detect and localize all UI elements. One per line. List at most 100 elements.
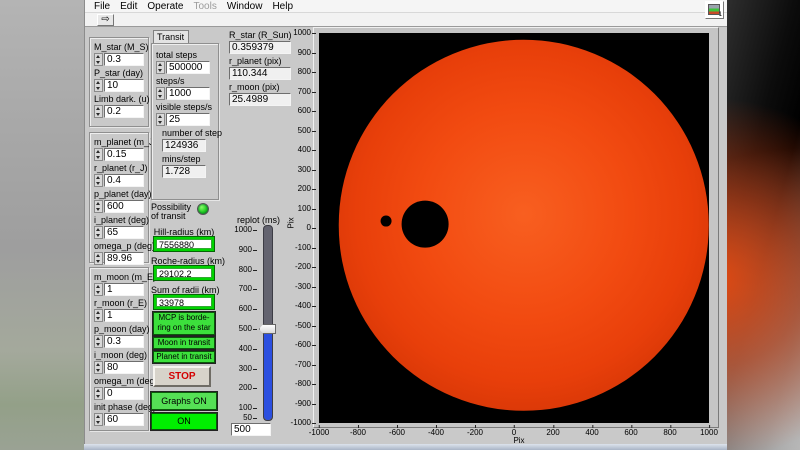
numeric-input[interactable]: 80 <box>104 361 144 374</box>
spinner-down-icon[interactable] <box>157 120 164 126</box>
increment-decrement-spinner[interactable] <box>94 148 103 161</box>
spinner-down-icon[interactable] <box>95 86 102 92</box>
slider-tick-label: 300 <box>233 365 259 373</box>
x-tick-label: 800 <box>663 429 676 437</box>
x-axis-ticks: -1000-800-600-400-20002004006008001000 <box>319 426 709 436</box>
stop-button[interactable]: STOP <box>153 366 211 387</box>
menu-help[interactable]: Help <box>267 0 298 13</box>
transit-control-block: visible steps/s25 <box>156 102 216 126</box>
replot-slider-label: replot (ms) <box>237 215 280 225</box>
increment-decrement-spinner[interactable] <box>94 309 103 322</box>
replot-value-input[interactable]: 500 <box>231 423 271 436</box>
possibility-of-transit-label2: of transit <box>151 211 186 221</box>
spinner-down-icon[interactable] <box>95 259 102 265</box>
numeric-input[interactable]: 0 <box>104 387 144 400</box>
increment-decrement-spinner[interactable] <box>94 361 103 374</box>
increment-decrement-spinner[interactable] <box>94 53 103 66</box>
increment-decrement-spinner[interactable] <box>156 113 165 126</box>
spinner-down-icon[interactable] <box>95 368 102 374</box>
increment-decrement-spinner[interactable] <box>94 105 103 118</box>
increment-decrement-spinner[interactable] <box>156 87 165 100</box>
transit-control-input[interactable]: 500000 <box>166 61 210 74</box>
menu-window[interactable]: Window <box>222 0 268 13</box>
increment-decrement-spinner[interactable] <box>94 283 103 296</box>
app-root: FileEditOperateToolsWindowHelp ⇨ 1 M_sta… <box>0 0 800 450</box>
menu-edit[interactable]: Edit <box>115 0 142 13</box>
readout-block: r_moon (pix)25.4989 <box>229 82 295 106</box>
radius-indicator: 7556880 <box>153 236 215 252</box>
spinner-down-icon[interactable] <box>95 233 102 239</box>
numeric-input[interactable]: 1 <box>104 309 144 322</box>
status-indicator: Moon in transit <box>153 337 215 349</box>
y-tick-label: 100 <box>287 205 317 213</box>
numeric-input[interactable]: 0.15 <box>104 148 144 161</box>
numeric-block: r_moon (r_E)1 <box>94 298 146 322</box>
spinner-down-icon[interactable] <box>95 394 102 400</box>
status-line: Planet in transit <box>154 352 214 362</box>
spinner-down-icon[interactable] <box>95 316 102 322</box>
increment-decrement-spinner[interactable] <box>94 200 103 213</box>
replot-slider-track[interactable] <box>263 225 273 421</box>
on-button[interactable]: ON <box>151 413 217 430</box>
increment-decrement-spinner[interactable] <box>94 413 103 426</box>
numeric-row: 0.3 <box>94 335 146 348</box>
numeric-block: omega_p (deg)89.96 <box>94 241 146 265</box>
increment-decrement-spinner[interactable] <box>94 335 103 348</box>
numeric-input[interactable]: 65 <box>104 226 144 239</box>
spinner-down-icon[interactable] <box>157 68 164 74</box>
spinner-down-icon[interactable] <box>95 155 102 161</box>
numeric-input[interactable]: 0.4 <box>104 174 144 187</box>
numeric-row: 89.96 <box>94 252 146 265</box>
numeric-label: M_star (M_S) <box>94 42 146 52</box>
numeric-row: 1 <box>94 283 146 296</box>
numeric-block: r_planet (r_J)0.4 <box>94 163 146 187</box>
increment-decrement-spinner[interactable] <box>94 387 103 400</box>
increment-decrement-spinner[interactable] <box>94 226 103 239</box>
tab-transit[interactable]: Transit <box>153 30 189 44</box>
menu-file[interactable]: File <box>89 0 115 13</box>
numeric-label: init phase (deg) <box>94 402 146 412</box>
numeric-block: Limb dark. (u)0.2 <box>94 94 146 118</box>
numeric-input[interactable]: 0.3 <box>104 335 144 348</box>
transit-control-input[interactable]: 25 <box>166 113 210 126</box>
vi-icon-button[interactable]: 1 <box>705 1 724 19</box>
increment-decrement-spinner[interactable] <box>94 252 103 265</box>
numeric-input[interactable]: 60 <box>104 413 144 426</box>
increment-decrement-spinner[interactable] <box>94 79 103 92</box>
status-indicator: MCP is borde-ring on the star <box>153 312 215 335</box>
numeric-row: 65 <box>94 226 146 239</box>
spinner-down-icon[interactable] <box>95 290 102 296</box>
numeric-block: M_star (M_S)0.3 <box>94 42 146 66</box>
numeric-input[interactable]: 89.96 <box>104 252 144 265</box>
plot-canvas <box>319 33 709 423</box>
numeric-input[interactable]: 0.2 <box>104 105 144 118</box>
replot-slider-thumb[interactable] <box>259 324 276 334</box>
spinner-down-icon[interactable] <box>95 181 102 187</box>
numeric-input[interactable]: 10 <box>104 79 144 92</box>
y-tick-label: 400 <box>287 146 317 154</box>
readout-indicator: 0.359379 <box>229 41 291 54</box>
transit-control-input[interactable]: 1000 <box>166 87 210 100</box>
slider-tick-label: 800 <box>233 266 259 274</box>
spinner-down-icon[interactable] <box>157 94 164 100</box>
graphs-on-button[interactable]: Graphs ON <box>151 392 217 410</box>
numeric-input[interactable]: 600 <box>104 200 144 213</box>
readout-block: R_star (R_Sun)0.359379 <box>229 30 295 54</box>
numeric-row: 10 <box>94 79 146 92</box>
x-tick-label: -800 <box>350 429 366 437</box>
numeric-input[interactable]: 1 <box>104 283 144 296</box>
spinner-down-icon[interactable] <box>95 420 102 426</box>
increment-decrement-spinner[interactable] <box>156 61 165 74</box>
spinner-down-icon[interactable] <box>95 207 102 213</box>
spinner-down-icon[interactable] <box>95 112 102 118</box>
spinner-down-icon[interactable] <box>95 342 102 348</box>
planet-parameters-panel: m_planet (m_J)0.15r_planet (r_J)0.4p_pla… <box>89 132 149 263</box>
menu-operate[interactable]: Operate <box>142 0 188 13</box>
numeric-label: P_star (day) <box>94 68 146 78</box>
transit-control-row: 25 <box>156 113 216 126</box>
spinner-down-icon[interactable] <box>95 60 102 66</box>
run-button[interactable]: ⇨ <box>97 14 114 26</box>
numeric-row: 0.2 <box>94 105 146 118</box>
numeric-input[interactable]: 0.3 <box>104 53 144 66</box>
increment-decrement-spinner[interactable] <box>94 174 103 187</box>
